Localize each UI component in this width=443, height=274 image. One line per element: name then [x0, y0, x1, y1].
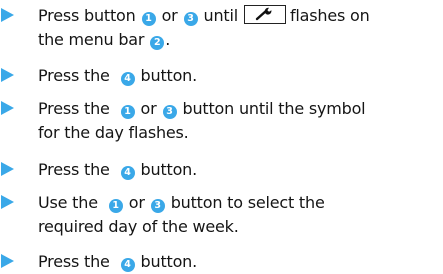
wrench-icon — [244, 5, 286, 24]
arrow-bullet-icon — [1, 8, 14, 22]
text-fragment: Press the — [38, 252, 110, 271]
badge-4-icon: 4 — [120, 72, 135, 86]
text-fragment: flashes on — [290, 6, 370, 25]
arrow-bullet-icon — [1, 195, 14, 209]
text-fragment: or — [128, 193, 145, 212]
badge-3-icon: 3 — [183, 12, 198, 26]
arrow-bullet-icon — [1, 68, 14, 82]
badge-3-icon: 3 — [150, 199, 165, 213]
text-fragment: Press the — [38, 66, 110, 85]
instruction-text: Press the 1 or 3 button until the symbol fo… — [38, 97, 439, 145]
text-fragment: or — [161, 6, 178, 25]
text-fragment: button. — [140, 66, 198, 85]
instruction-text: Press the 4 button. — [38, 64, 439, 88]
badge-3-icon: 3 — [162, 105, 177, 119]
instruction-text: Press button 1 or 3 until flashes on the menu… — [38, 4, 439, 52]
text-fragment: the menu bar — [38, 30, 145, 49]
instruction-text: Press the 4 button. — [38, 158, 439, 182]
badge-4-icon: 4 — [120, 166, 135, 180]
text-fragment: Press button — [38, 6, 136, 25]
text-fragment: button. — [140, 252, 198, 271]
text-fragment: or — [140, 99, 157, 118]
text-fragment: button until the symbol — [182, 99, 366, 118]
badge-1-icon: 1 — [141, 12, 156, 26]
badge-1-icon: 1 — [120, 105, 135, 119]
badge-4-icon: 4 — [120, 258, 135, 272]
text-fragment: button to select the — [170, 193, 325, 212]
instruction-text: Press the 4 button. — [38, 250, 439, 274]
instruction-text: Use the 1 or 3 button to select the require… — [38, 191, 439, 239]
arrow-bullet-icon — [1, 101, 14, 115]
text-fragment: for the day flashes. — [38, 123, 189, 142]
arrow-bullet-icon — [1, 254, 14, 268]
text-fragment: until — [203, 6, 239, 25]
text-fragment: Use the — [38, 193, 98, 212]
text-fragment: required day of the week. — [38, 217, 239, 236]
text-fragment: . — [165, 30, 171, 49]
text-fragment: Press the — [38, 160, 110, 179]
text-fragment: button. — [140, 160, 198, 179]
badge-2-icon: 2 — [150, 36, 165, 50]
arrow-bullet-icon — [1, 162, 14, 176]
text-fragment: Press the — [38, 99, 110, 118]
badge-1-icon: 1 — [108, 199, 123, 213]
